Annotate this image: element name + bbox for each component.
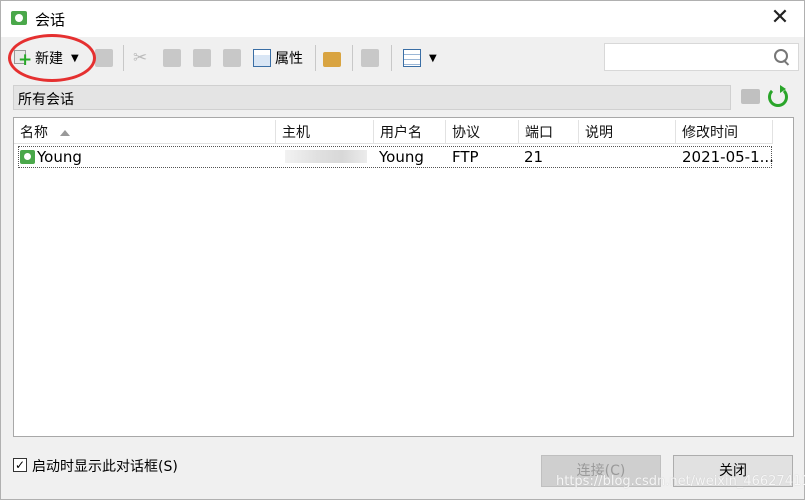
column-header-host[interactable]: 主机 [276,120,374,144]
startup-checkbox-label[interactable]: 启动时显示此对话框(S) [32,456,178,476]
toolbar-separator [352,45,353,71]
toolbar-separator [123,45,124,71]
column-header-user[interactable]: 用户名 [374,120,446,144]
close-window-icon[interactable]: ✕ [768,5,792,31]
cut-button[interactable]: ✂ [133,45,151,71]
new-folder-icon[interactable] [741,89,760,104]
close-button[interactable]: 关闭 [673,455,793,487]
column-header-name[interactable]: 名称 [14,120,276,144]
column-header-protocol[interactable]: 协议 [446,120,519,144]
open-folder-button[interactable] [323,45,341,71]
export-button[interactable] [361,45,379,71]
column-header-description[interactable]: 说明 [579,120,676,144]
session-port: 21 [524,148,544,166]
delete-button[interactable] [223,45,241,71]
export-icon [361,49,379,67]
properties-icon [253,49,271,67]
open-session-icon [95,49,113,67]
properties-button[interactable]: 属性 [253,45,303,71]
folder-icon [323,52,341,67]
paste-icon [193,49,211,67]
column-header-port[interactable]: 端口 [519,120,579,144]
session-list[interactable]: 名称 主机 用户名 协议 端口 说明 修改时间 Young Young FTP … [13,117,794,437]
properties-label: 属性 [275,51,303,67]
session-path-bar: 所有会话 [13,85,731,110]
session-search-input[interactable] [604,43,799,71]
session-dialog: 会话 ✕ + 新建 ▼ ✂ 属性 ▼ 所有会话 名称 主机 用户名 协议 端口 … [0,0,805,500]
title-bar: 会话 ✕ [1,1,804,37]
new-session-button[interactable]: + 新建 ▼ [13,45,79,71]
session-icon [20,150,35,164]
copy-button[interactable] [163,45,181,71]
toolbar-separator [391,45,392,71]
view-list-icon [403,49,421,67]
session-protocol: FTP [452,148,479,166]
session-user: Young [379,148,424,166]
search-icon[interactable] [774,49,790,65]
paste-button[interactable] [193,45,211,71]
refresh-icon[interactable] [768,85,788,107]
delete-icon [223,49,241,67]
new-dropdown-icon[interactable]: ▼ [71,53,79,64]
new-plus-icon: + [13,49,32,69]
connect-button[interactable]: 连接(C) [541,455,661,487]
copy-icon [163,49,181,67]
view-mode-button[interactable]: ▼ [403,45,437,71]
window-title: 会话 [35,11,66,29]
redacted-host [285,150,367,163]
session-app-icon [11,11,27,25]
sort-ascending-icon [60,130,70,136]
toolbar-separator [315,45,316,71]
scissors-icon: ✂ [133,48,148,68]
open-session-button[interactable] [95,45,113,71]
column-header-modified[interactable]: 修改时间 [676,120,773,144]
path-label: 所有会话 [18,92,74,108]
session-name: Young [37,148,82,166]
startup-checkbox[interactable]: ✓ [13,458,27,472]
view-dropdown-icon[interactable]: ▼ [429,53,437,64]
session-modified: 2021-05-1... [682,148,774,166]
new-label: 新建 [35,51,63,67]
table-row[interactable]: Young Young FTP 21 2021-05-1... [18,146,774,168]
